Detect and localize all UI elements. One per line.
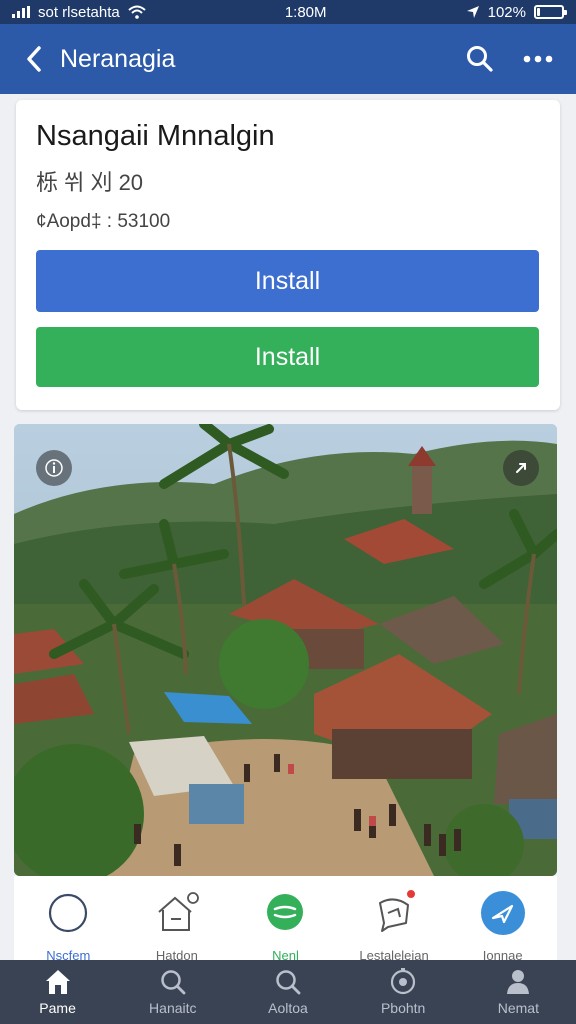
house-icon: [158, 892, 199, 931]
back-button[interactable]: [16, 41, 52, 77]
more-button[interactable]: [516, 37, 560, 81]
circle-icon: [49, 893, 88, 933]
bottom-nav: Pame Hanaitc Aoltoa Pbohtn Nemat: [0, 960, 576, 1024]
install-button-secondary[interactable]: Install: [36, 327, 539, 387]
app-info-card: Nsangaii Mnnalgin 栎 쒸 刈 20 ¢Aopd‡ : 5310…: [16, 100, 560, 410]
page-title: Neranagia: [60, 44, 176, 73]
chat-bubble-icon: [267, 894, 304, 930]
battery-icon: [533, 5, 567, 19]
shortcut-item[interactable]: Hatdon: [132, 890, 222, 962]
status-left: sot rlsetahta: [12, 4, 146, 21]
nav-profile[interactable]: Nemat: [468, 968, 568, 1016]
nav-label: Aoltoa: [268, 1000, 308, 1016]
photo-expand-button[interactable]: [503, 450, 539, 486]
search-icon: [467, 46, 493, 72]
expand-icon: [516, 463, 526, 473]
nav-home[interactable]: Pame: [8, 968, 108, 1016]
village-photo[interactable]: [14, 424, 557, 876]
signal-icon: [12, 6, 30, 18]
person-icon: [507, 970, 530, 994]
status-right: 102%: [466, 3, 567, 21]
app-subtitle: 栎 쒸 刈 20: [36, 170, 144, 195]
shortcut-row: Nscfem Hatdon Nenl Lestaleleian Ionnae: [14, 876, 557, 962]
app-meta: ¢Aopd‡ : 53100: [36, 211, 171, 232]
shortcut-item[interactable]: Lestaleleian: [349, 888, 439, 962]
chevron-left-icon: [27, 46, 41, 72]
search-button[interactable]: [458, 37, 502, 81]
shortcut-item[interactable]: Ionnae: [458, 890, 548, 962]
search-icon: [161, 970, 186, 995]
carrier-name: sot rlsetahta: [38, 3, 120, 21]
shortcut-item[interactable]: Nenl: [240, 890, 330, 962]
nav-label: Pame: [39, 1000, 76, 1016]
shortcut-item[interactable]: Nscfem: [23, 890, 113, 962]
nav-label: Pbohtn: [380, 1000, 426, 1016]
status-time: 1:80M: [284, 3, 327, 21]
location-arrow-icon: [466, 6, 479, 18]
app-name: Nsangaii Mnnalgin: [36, 120, 275, 152]
nav-photo[interactable]: Pbohtn: [353, 968, 453, 1016]
nav-label: Nemat: [497, 1000, 539, 1016]
wifi-icon: [128, 5, 146, 19]
notification-badge: [405, 888, 418, 900]
app-bar: Neranagia: [0, 24, 576, 94]
photo-icon: [391, 968, 416, 995]
status-bar: sot rlsetahta 1:80M 102%: [0, 0, 576, 24]
nav-label: Hanaitc: [149, 1000, 197, 1016]
nav-search-2[interactable]: Aoltoa: [238, 968, 338, 1016]
village-photo-image: [14, 424, 557, 876]
nav-search-1[interactable]: Hanaitc: [123, 968, 223, 1016]
home-icon: [45, 970, 70, 994]
install-button-primary[interactable]: Install: [36, 250, 539, 312]
info-icon: [45, 459, 63, 477]
more-horizontal-icon: [523, 55, 553, 63]
send-icon: [480, 891, 525, 935]
photo-info-button[interactable]: [36, 450, 72, 486]
battery-percent: 102%: [487, 3, 526, 21]
search-icon: [276, 970, 301, 995]
